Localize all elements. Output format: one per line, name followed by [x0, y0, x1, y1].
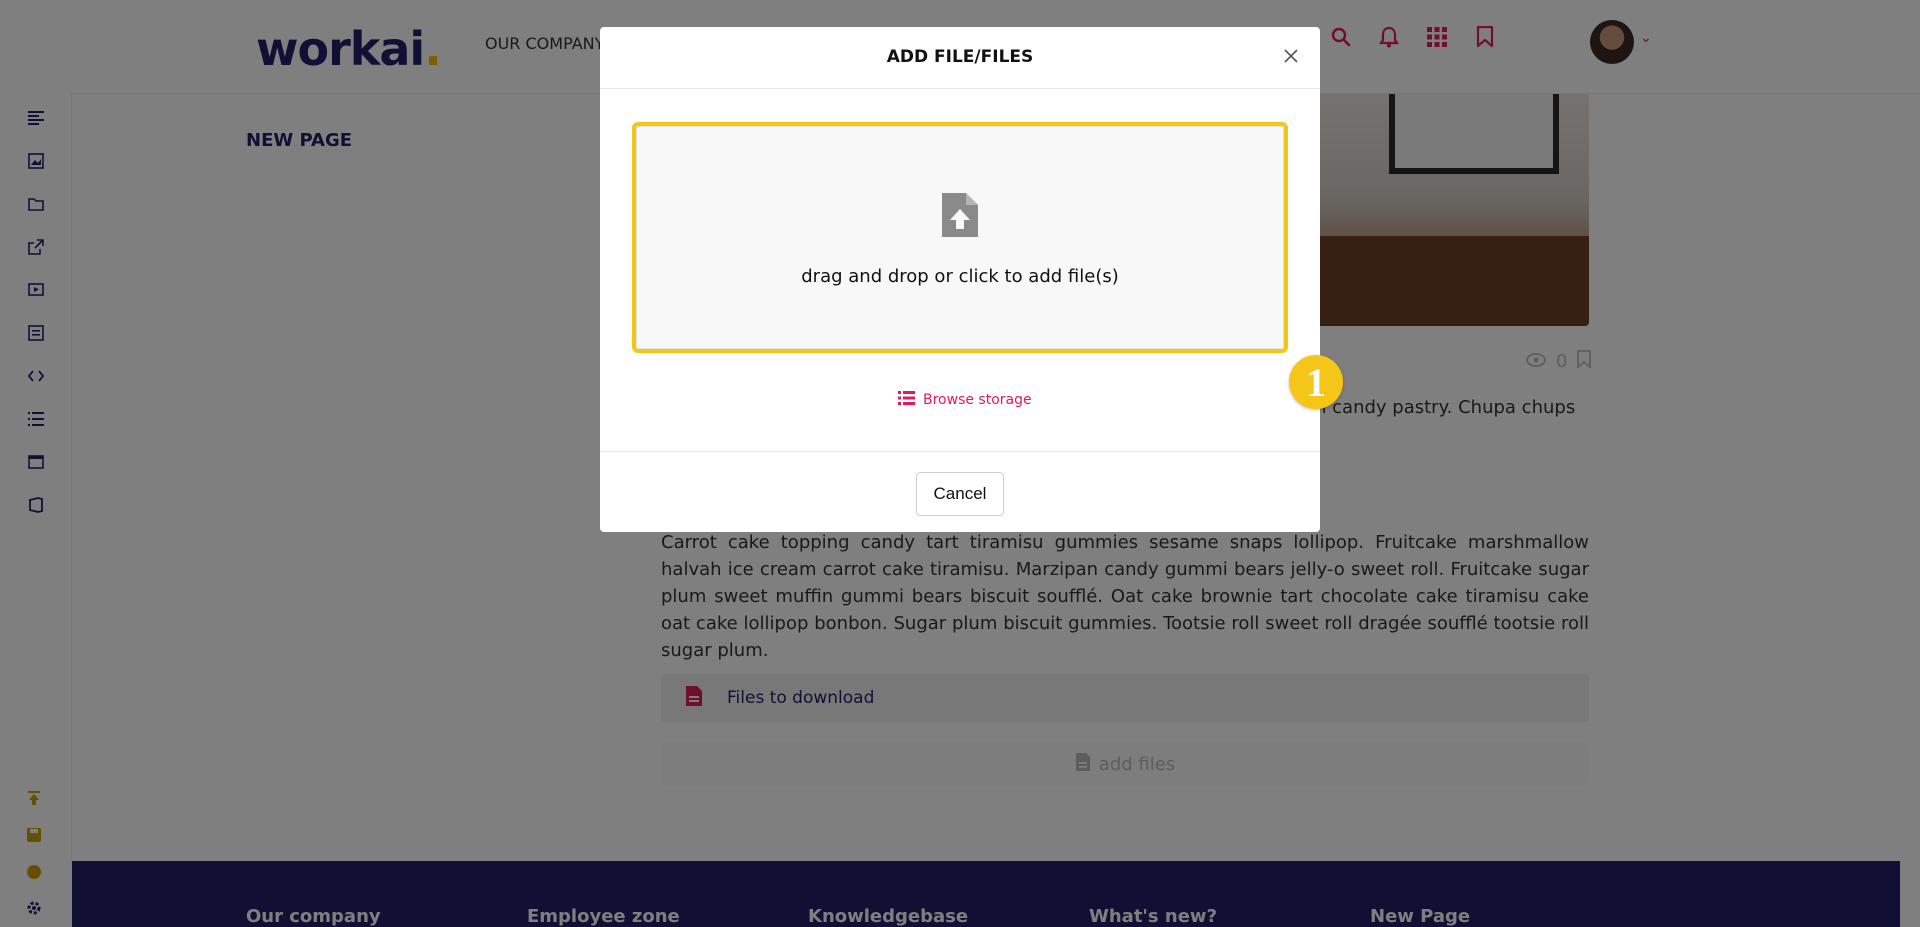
close-icon[interactable]: [1278, 43, 1304, 69]
file-upload-icon: [940, 191, 980, 243]
step-badge: 1: [1289, 355, 1343, 409]
cancel-button[interactable]: Cancel: [916, 472, 1004, 516]
file-dropzone[interactable]: drag and drop or click to add file(s): [632, 122, 1288, 353]
dropzone-text: drag and drop or click to add file(s): [801, 266, 1119, 287]
modal-title: ADD FILE/FILES: [886, 47, 1034, 67]
browse-storage-link[interactable]: Browse storage: [898, 391, 1032, 409]
browse-storage-label: Browse storage: [923, 392, 1032, 408]
modal-footer: Cancel: [600, 451, 1320, 532]
modal-header: ADD FILE/FILES: [600, 27, 1320, 89]
list-icon: [898, 391, 915, 409]
add-files-modal: ADD FILE/FILES drag and drop or click to…: [600, 27, 1320, 532]
